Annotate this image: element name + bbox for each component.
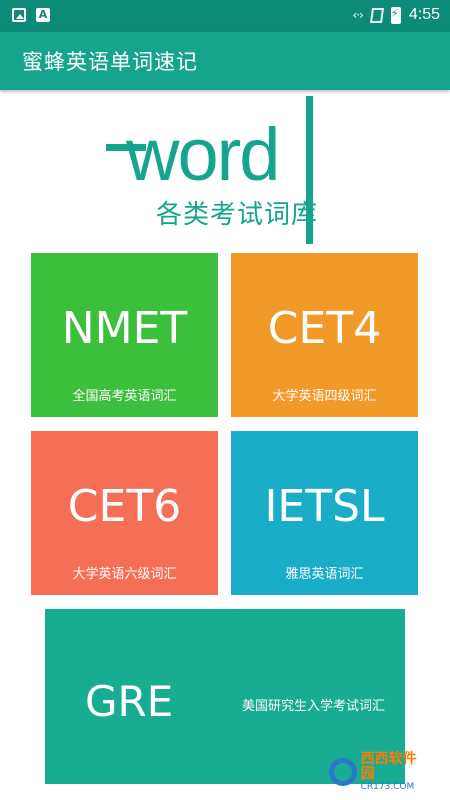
word-logo: word 各类考试词库 xyxy=(106,96,356,246)
status-bar: A ‹·› 4:55 xyxy=(0,0,450,32)
tile-cet6-title: CET6 xyxy=(67,481,182,532)
tile-gre-desc: 美国研究生入学考试词汇 xyxy=(242,699,386,714)
battery-charging-icon xyxy=(390,6,401,24)
app-title: 蜜蜂英语单词速记 xyxy=(22,50,198,74)
tile-ietsl-title: IETSL xyxy=(264,481,385,532)
app-bar: 蜜蜂英语单词速记 xyxy=(0,32,450,90)
signal-icon: ‹·› xyxy=(352,8,363,22)
text-a-icon: A xyxy=(36,8,50,22)
status-time: 4:55 xyxy=(408,6,440,23)
watermark-logo-icon xyxy=(329,758,357,786)
logo-subtitle: 各类考试词库 xyxy=(156,200,319,230)
tile-cet6[interactable]: CET6 大学英语六级词汇 xyxy=(31,431,218,595)
sim-icon xyxy=(369,7,384,23)
image-icon xyxy=(12,8,26,22)
logo-word: word xyxy=(126,113,280,196)
tile-nmet-title: NMET xyxy=(61,303,188,354)
tile-cet6-desc: 大学英语六级词汇 xyxy=(72,567,177,582)
tile-gre-title: GRE xyxy=(85,677,174,726)
tile-cet4[interactable]: CET4 大学英语四级词汇 xyxy=(231,253,418,417)
watermark: 西西软件园 CR173.COM xyxy=(329,751,429,792)
watermark-url: CR173.COM xyxy=(360,782,415,792)
tile-ietsl[interactable]: IETSL 雅思英语词汇 xyxy=(231,431,418,595)
tile-cet4-title: CET4 xyxy=(267,303,382,354)
tile-cet4-desc: 大学英语四级词汇 xyxy=(272,389,377,404)
tile-nmet-desc: 全国高考英语词汇 xyxy=(72,389,177,404)
tile-nmet[interactable]: NMET 全国高考英语词汇 xyxy=(31,253,218,417)
tile-ietsl-desc: 雅思英语词汇 xyxy=(285,567,364,582)
watermark-name: 西西软件园 xyxy=(360,751,417,782)
